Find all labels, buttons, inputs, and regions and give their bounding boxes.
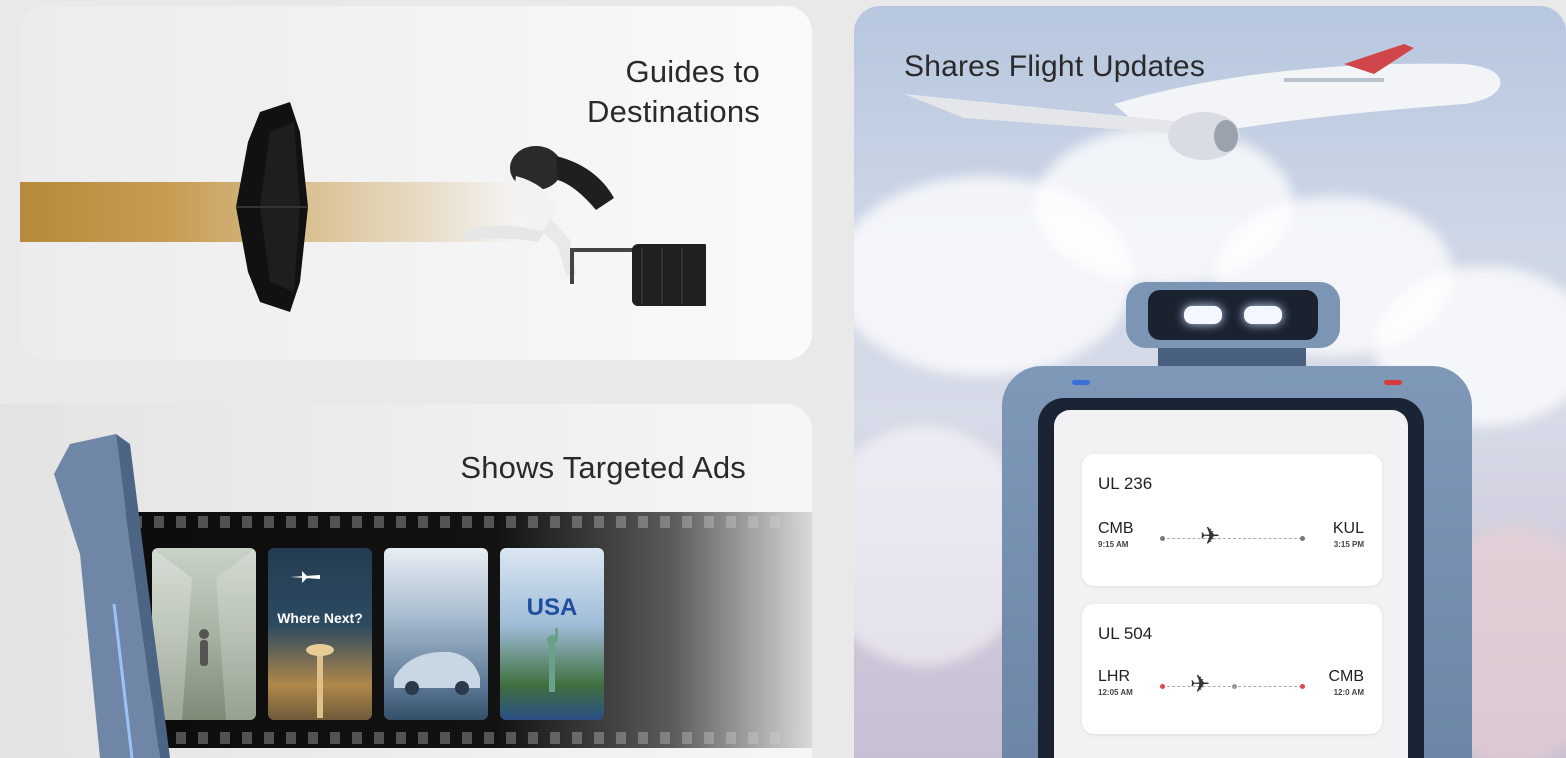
- ad-poster-3[interactable]: [384, 548, 488, 720]
- destination-code: KUL: [1332, 520, 1364, 537]
- ad-poster-4-text: USA: [526, 594, 578, 621]
- destination-code: CMB: [1328, 668, 1364, 685]
- robot-screen: UL 236 CMB 9:15 AM KUL 3:15 PM ✈ UL 504 …: [1038, 398, 1424, 758]
- route-start-dot: [1160, 684, 1165, 689]
- flight-card-item[interactable]: UL 236 CMB 9:15 AM KUL 3:15 PM ✈: [1082, 454, 1382, 586]
- film-sprockets-bottom: [110, 732, 812, 744]
- robot-led-red: [1384, 380, 1402, 385]
- kiosk-robot-side: [54, 434, 170, 758]
- film-strip: Where Next? USA: [110, 512, 812, 748]
- route-end-dot: [1300, 536, 1305, 541]
- plane-icon: ✈: [1200, 523, 1221, 550]
- route-line: [1162, 538, 1302, 540]
- arrival-time: 12:0 AM: [1333, 688, 1364, 697]
- ads-card: Shows Targeted Ads Where Next? USA: [0, 404, 812, 758]
- flight-card: Shares Flight Updates UL 236 CMB 9:15 AM…: [854, 6, 1566, 758]
- robot-eye-left: [1184, 306, 1222, 324]
- ads-title: Shows Targeted Ads: [460, 450, 746, 485]
- guides-card: Guides to Destinations: [20, 6, 812, 360]
- departure-time: 9:15 AM: [1098, 540, 1129, 549]
- ad-poster-4[interactable]: USA: [500, 548, 604, 720]
- robot-visor: [1148, 290, 1318, 340]
- car-image-icon: [394, 651, 480, 695]
- robot-top-view: [236, 102, 308, 312]
- traveler-illustration: [462, 146, 706, 306]
- ad-poster-2-text: Where Next?: [277, 610, 363, 626]
- flight-card-item[interactable]: UL 504 LHR 12:05 AM CMB 12:0 AM ✈: [1082, 604, 1382, 734]
- route-mid-dot: [1232, 684, 1237, 689]
- flight-number: UL 504: [1098, 624, 1153, 643]
- plane-icon: ✈: [1190, 671, 1211, 698]
- route-end-dot: [1300, 684, 1305, 689]
- robot-led-blue: [1072, 380, 1090, 385]
- statue-of-liberty-icon: [547, 628, 558, 692]
- guides-title-line1: Guides to: [625, 54, 760, 89]
- flight-title: Shares Flight Updates: [904, 50, 1206, 83]
- origin-code: CMB: [1098, 520, 1134, 537]
- guides-title-line2: Destinations: [587, 94, 760, 129]
- arrival-time: 3:15 PM: [1333, 540, 1364, 549]
- ad-poster-2[interactable]: Where Next?: [268, 548, 372, 720]
- film-sprockets-top: [110, 516, 812, 528]
- robot-eye-right: [1244, 306, 1282, 324]
- guides-title: Guides to Destinations: [500, 52, 760, 132]
- origin-code: LHR: [1098, 668, 1131, 685]
- flight-number: UL 236: [1098, 474, 1153, 493]
- departure-time: 12:05 AM: [1098, 688, 1133, 697]
- robot-head: [1126, 282, 1340, 348]
- route-start-dot: [1160, 536, 1165, 541]
- tower-icon: [306, 644, 334, 718]
- flight-board: UL 236 CMB 9:15 AM KUL 3:15 PM ✈ UL 504 …: [1054, 410, 1408, 758]
- airplane-small-icon: [290, 571, 320, 583]
